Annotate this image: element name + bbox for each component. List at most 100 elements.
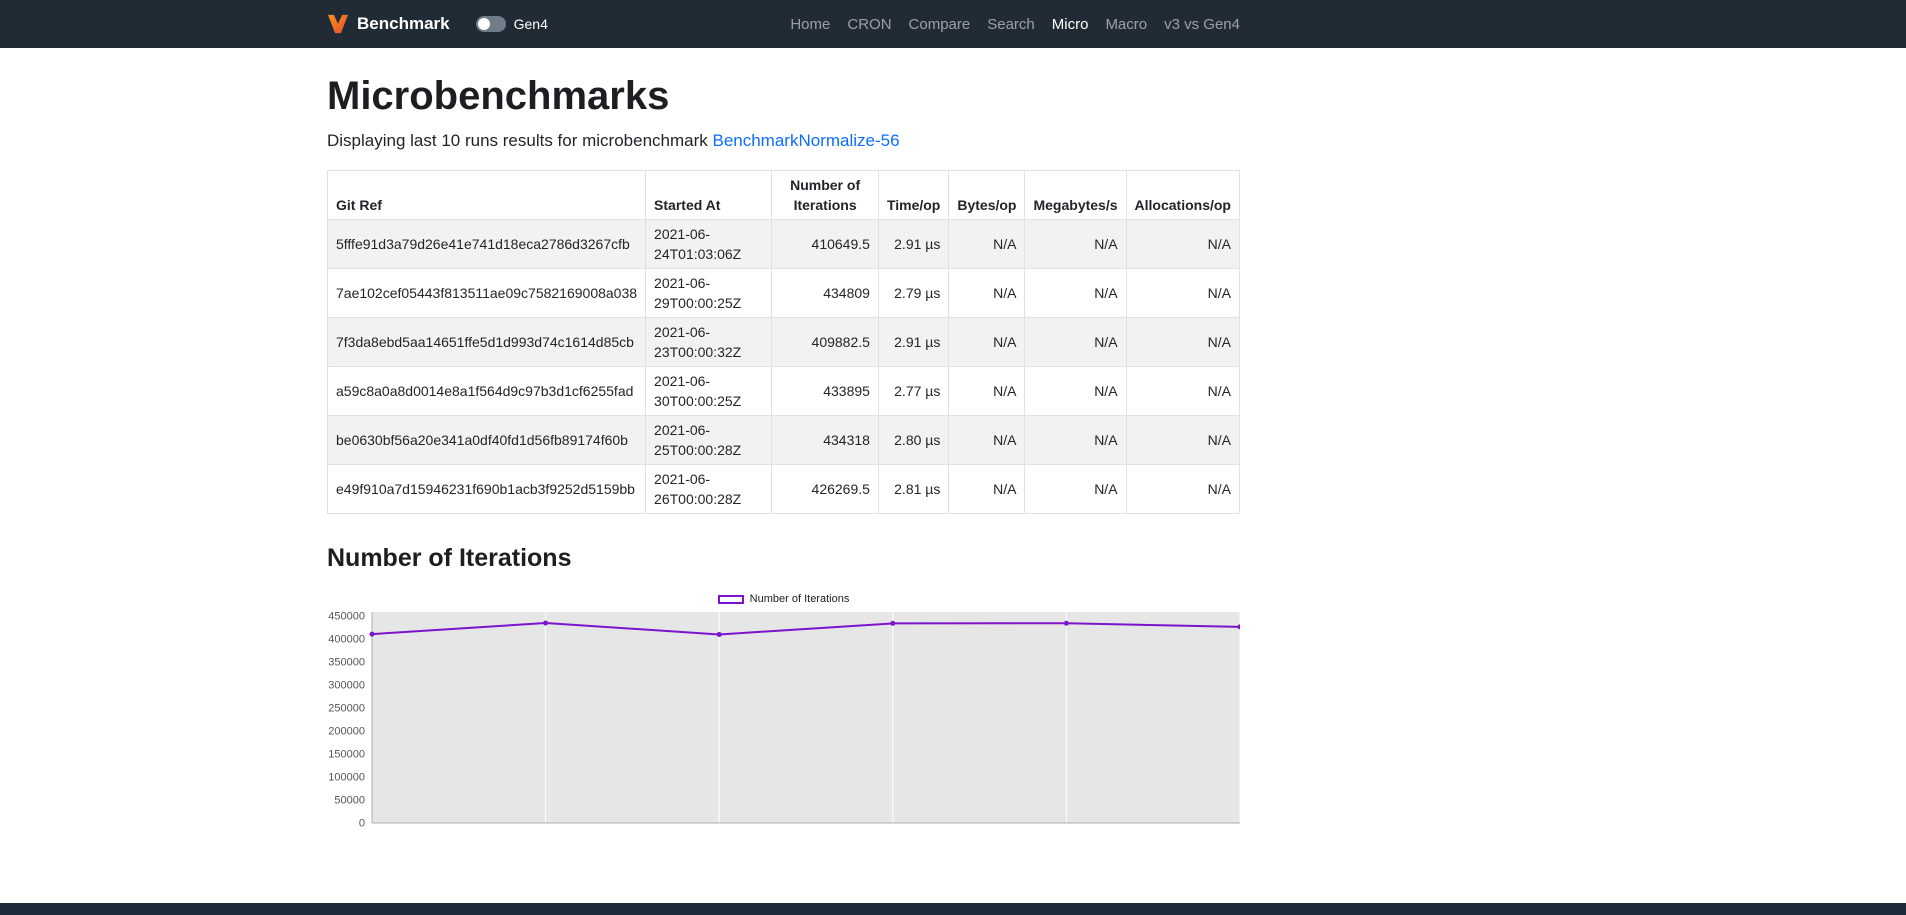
git-ref-cell: a59c8a0a8d0014e8a1f564d9c97b3d1cf6255fad	[328, 367, 646, 416]
y-tick-label: 400000	[328, 634, 365, 646]
toggle-switch[interactable]	[476, 16, 506, 32]
bytes-op-cell: N/A	[949, 220, 1025, 269]
megabytes-cell: N/A	[1025, 220, 1126, 269]
git-ref-cell: 7f3da8ebd5aa14651ffe5d1d993d74c1614d85cb	[328, 318, 646, 367]
started-at-cell: 2021-06-24T01:03:06Z	[646, 220, 772, 269]
main-content: Microbenchmarks Displaying last 10 runs …	[327, 72, 1240, 843]
allocations-cell: N/A	[1126, 220, 1239, 269]
column-header: Allocations/op	[1126, 171, 1239, 220]
benchmark-link[interactable]: BenchmarkNormalize-56	[712, 131, 899, 150]
results-table: Git RefStarted AtNumber of IterationsTim…	[327, 170, 1240, 514]
table-row: e49f910a7d15946231f690b1acb3f9252d5159bb…	[328, 465, 1240, 514]
nav-link-home[interactable]: Home	[790, 16, 830, 33]
iterations-cell: 433895	[772, 367, 879, 416]
started-at-cell: 2021-06-29T00:00:25Z	[646, 269, 772, 318]
y-tick-label: 250000	[328, 703, 365, 715]
data-point[interactable]	[890, 621, 895, 626]
megabytes-cell: N/A	[1025, 416, 1126, 465]
nav-links: Home CRON Compare Search Micro Macro v3 vs Gen…	[790, 16, 1240, 33]
table-row: 5fffe91d3a79d26e41e741d18eca2786d3267cfb…	[328, 220, 1240, 269]
subtitle-text: Displaying last 10 runs results for micr…	[327, 131, 712, 150]
column-header: Started At	[646, 171, 772, 220]
time-op-cell: 2.91 µs	[878, 220, 948, 269]
y-tick-label: 350000	[328, 657, 365, 669]
data-point[interactable]	[717, 632, 722, 637]
iterations-cell: 434809	[772, 269, 879, 318]
y-tick-label: 200000	[328, 726, 365, 738]
brand-label: Benchmark	[357, 14, 450, 34]
y-tick-label: 150000	[328, 749, 365, 761]
nav-link-compare[interactable]: Compare	[909, 16, 971, 33]
megabytes-cell: N/A	[1025, 367, 1126, 416]
y-tick-label: 300000	[328, 680, 365, 692]
bytes-op-cell: N/A	[949, 269, 1025, 318]
nav-link-cron[interactable]: CRON	[847, 16, 891, 33]
allocations-cell: N/A	[1126, 269, 1239, 318]
started-at-cell: 2021-06-23T00:00:32Z	[646, 318, 772, 367]
time-op-cell: 2.91 µs	[878, 318, 948, 367]
toggle-label: Gen4	[514, 16, 548, 32]
gen4-toggle[interactable]: Gen4	[476, 16, 548, 32]
allocations-cell: N/A	[1126, 367, 1239, 416]
allocations-cell: N/A	[1126, 318, 1239, 367]
nav-link-search[interactable]: Search	[987, 16, 1035, 33]
table-row: be0630bf56a20e341a0df40fd1d56fb89174f60b…	[328, 416, 1240, 465]
started-at-cell: 2021-06- 26T00:00:28Z	[646, 465, 772, 514]
started-at-cell: 2021-06- 25T00:00:28Z	[646, 416, 772, 465]
page-title: Microbenchmarks	[327, 72, 1240, 120]
git-ref-cell: 7ae102cef05443f813511ae09c7582169008a038	[328, 269, 646, 318]
navbar-inner: Benchmark Gen4 Home CRON Compare Search Micr…	[327, 14, 1240, 34]
vitess-logo-icon	[327, 14, 349, 34]
nav-link-v3-vs-gen4[interactable]: v3 vs Gen4	[1164, 16, 1240, 33]
table-header-row: Git RefStarted AtNumber of IterationsTim…	[328, 171, 1240, 220]
data-point[interactable]	[543, 620, 548, 625]
allocations-cell: N/A	[1126, 416, 1239, 465]
time-op-cell: 2.79 µs	[878, 269, 948, 318]
column-header: Number of Iterations	[772, 171, 879, 220]
y-tick-label: 100000	[328, 772, 365, 784]
chart-legend: Number of Iterations	[327, 593, 1240, 605]
subtitle: Displaying last 10 runs results for micr…	[327, 128, 1240, 154]
navbar: Benchmark Gen4 Home CRON Compare Search Micr…	[0, 0, 1906, 48]
time-op-cell: 2.77 µs	[878, 367, 948, 416]
git-ref-cell: be0630bf56a20e341a0df40fd1d56fb89174f60b	[328, 416, 646, 465]
iterations-cell: 434318	[772, 416, 879, 465]
data-point[interactable]	[370, 632, 375, 637]
allocations-cell: N/A	[1126, 465, 1239, 514]
iterations-cell: 426269.5	[772, 465, 879, 514]
time-op-cell: 2.81 µs	[878, 465, 948, 514]
data-point[interactable]	[1064, 621, 1069, 626]
plot-area	[372, 612, 1240, 823]
bytes-op-cell: N/A	[949, 465, 1025, 514]
bytes-op-cell: N/A	[949, 318, 1025, 367]
chart-svg: 450000 400000 350000 300000 250000 200000 1500…	[327, 608, 1240, 843]
git-ref-cell: e49f910a7d15946231f690b1acb3f9252d5159bb	[328, 465, 646, 514]
iterations-cell: 410649.5	[772, 220, 879, 269]
column-header: Megabytes/s	[1025, 171, 1126, 220]
y-tick-label: 450000	[328, 611, 365, 623]
started-at-cell: 2021-06-30T00:00:25Z	[646, 367, 772, 416]
table-row: a59c8a0a8d0014e8a1f564d9c97b3d1cf6255fad…	[328, 367, 1240, 416]
iterations-cell: 409882.5	[772, 318, 879, 367]
bytes-op-cell: N/A	[949, 367, 1025, 416]
toggle-knob	[478, 18, 490, 30]
megabytes-cell: N/A	[1025, 269, 1126, 318]
git-ref-cell: 5fffe91d3a79d26e41e741d18eca2786d3267cfb	[328, 220, 646, 269]
megabytes-cell: N/A	[1025, 318, 1126, 367]
brand[interactable]: Benchmark	[327, 14, 450, 34]
y-tick-label: 0	[359, 818, 365, 830]
column-header: Git Ref	[328, 171, 646, 220]
column-header: Time/op	[878, 171, 948, 220]
nav-link-micro[interactable]: Micro	[1052, 16, 1089, 33]
iterations-chart: Number of Iterations 450000 400000 350000 3…	[327, 593, 1240, 843]
time-op-cell: 2.80 µs	[878, 416, 948, 465]
footer-bar	[0, 903, 1906, 915]
legend-label: Number of Iterations	[750, 593, 850, 605]
nav-link-macro[interactable]: Macro	[1105, 16, 1147, 33]
legend-swatch	[718, 595, 744, 604]
y-tick-label: 50000	[334, 795, 365, 807]
bytes-op-cell: N/A	[949, 416, 1025, 465]
column-header: Bytes/op	[949, 171, 1025, 220]
section-title: Number of Iterations	[327, 544, 1240, 573]
megabytes-cell: N/A	[1025, 465, 1126, 514]
